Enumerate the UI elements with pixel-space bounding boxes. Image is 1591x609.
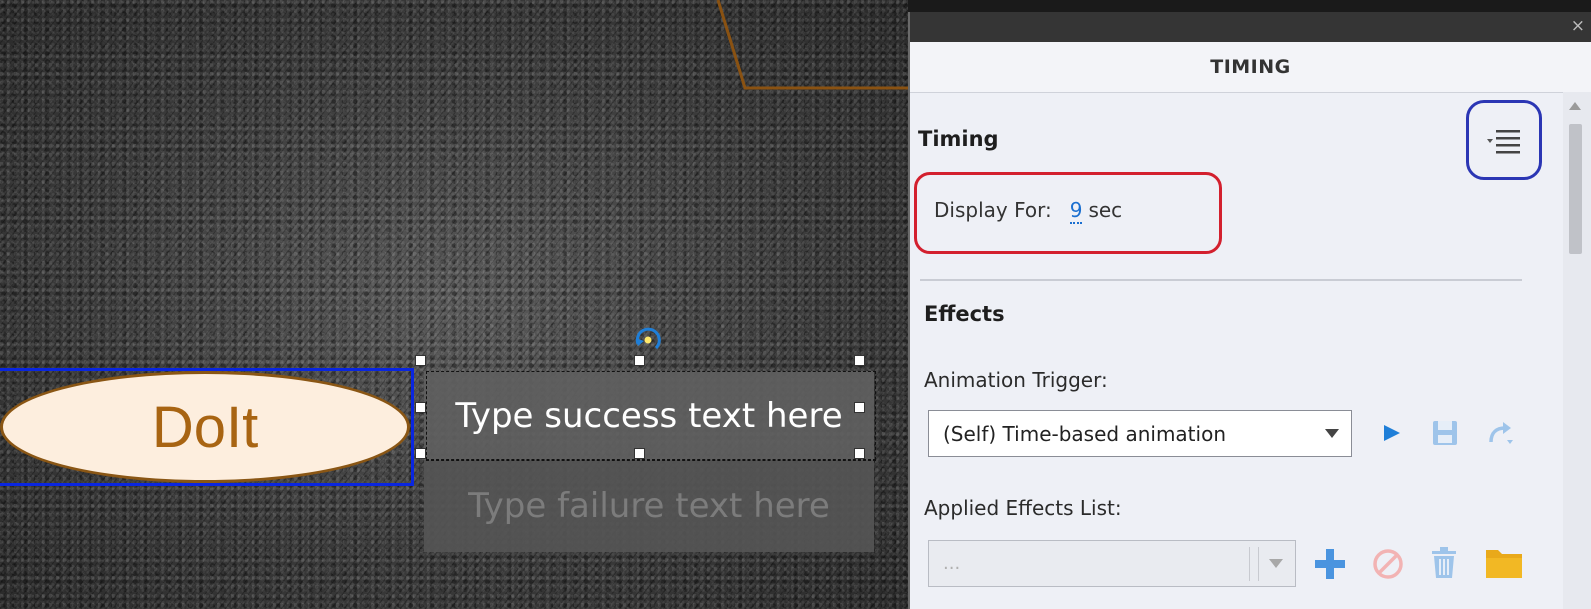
resize-handle-bottom-right[interactable] [854,448,865,459]
doit-button-label: DoIt [151,394,259,460]
resize-handle-bottom[interactable] [634,448,645,459]
panel-scrollbar[interactable] [1563,92,1591,609]
stage-canvas[interactable]: DoIt Type success text here Type failure… [0,0,908,609]
scroll-up-arrow-icon[interactable] [1569,102,1581,110]
animation-trigger-value: (Self) Time-based animation [943,421,1226,446]
timing-panel: × TIMING Timing Display For: 9 sec Effects… [908,12,1591,609]
resize-handle-right[interactable] [854,402,865,413]
animation-trigger-select[interactable]: (Self) Time-based animation [928,410,1352,457]
resize-handle-top-right[interactable] [854,355,865,366]
scroll-thumb[interactable] [1569,124,1582,254]
resize-handle-left[interactable] [415,402,426,413]
resize-handle-bottom-left[interactable] [415,448,426,459]
rotate-handle-icon[interactable] [630,322,666,358]
applied-effects-value: ... [943,553,961,574]
select-separator [1258,546,1259,581]
caption-selection-divider [426,460,876,461]
applied-effects-select: ... [928,540,1296,587]
add-icon[interactable] [1312,546,1348,582]
play-icon[interactable] [1378,420,1404,446]
animation-trigger-label: Animation Trigger: [924,368,1108,392]
folder-icon[interactable] [1484,546,1524,580]
caption-selection-outline [426,371,876,460]
display-for-value[interactable]: 9 [1069,198,1083,224]
failure-caption-box[interactable]: Type failure text here [424,460,874,552]
display-for-unit: sec [1088,198,1123,222]
save-icon[interactable] [1430,418,1460,448]
effects-section-title: Effects [924,302,1005,326]
timing-section-title: Timing [918,127,999,151]
disable-icon[interactable] [1370,546,1406,582]
select-separator [1249,546,1250,581]
section-divider [920,279,1522,281]
close-icon[interactable]: × [1571,18,1585,35]
doit-button[interactable]: DoIt [0,371,410,483]
panel-titlebar[interactable]: × [910,12,1591,42]
redo-icon[interactable] [1485,418,1517,450]
resize-handle-top-left[interactable] [415,355,426,366]
display-for-row: Display For: 9 sec [934,198,1123,224]
tab-timing-label: TIMING [1210,56,1291,78]
failure-caption-text: Type failure text here [468,486,830,526]
applied-effects-label: Applied Effects List: [924,496,1122,520]
panel-menu-icon[interactable] [1486,128,1526,158]
tab-timing[interactable]: TIMING [910,42,1591,93]
chevron-down-icon [1325,429,1339,438]
trash-icon[interactable] [1428,546,1460,580]
display-for-label: Display For: [934,198,1052,222]
chevron-down-icon [1269,559,1283,568]
